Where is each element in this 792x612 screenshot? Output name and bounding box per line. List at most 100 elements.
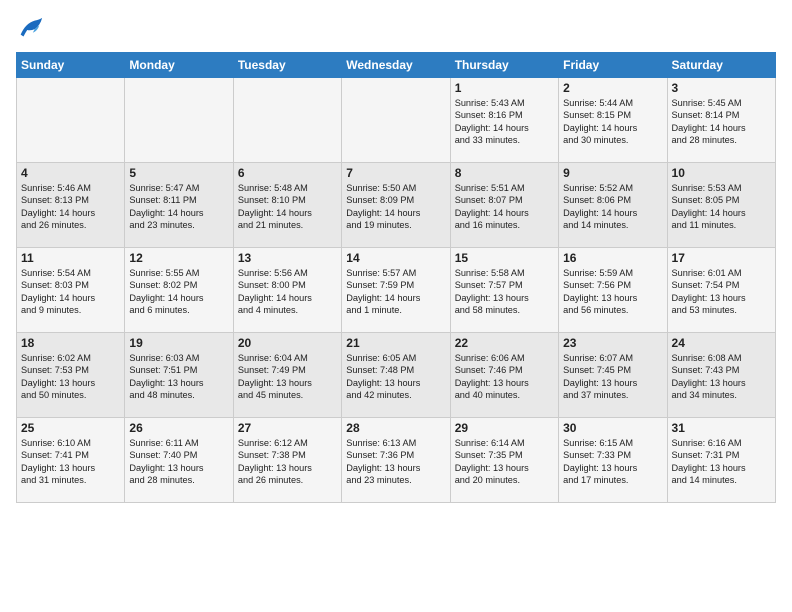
day-number: 2: [563, 81, 662, 95]
day-number: 22: [455, 336, 554, 350]
calendar-cell: 10Sunrise: 5:53 AM Sunset: 8:05 PM Dayli…: [667, 163, 775, 248]
calendar-cell: 27 Sunrise: 6:12 AM Sunset: 7:38 PM Dayli…: [233, 418, 341, 503]
calendar-cell: 7 Sunrise: 5:50 AM Sunset: 8:09 PM Daylig…: [342, 163, 450, 248]
cell-content: Sunrise: 5:55 AM Sunset: 8:02 PM Dayligh…: [129, 267, 228, 317]
calendar-cell: 1 Sunrise: 5:43 AM Sunset: 8:16 PM Daylig…: [450, 78, 558, 163]
day-number: 6: [238, 166, 337, 180]
calendar-cell: 14Sunrise: 5:57 AM Sunset: 7:59 PM Dayli…: [342, 248, 450, 333]
cell-content: Sunrise: 5:52 AM Sunset: 8:06 PM Dayligh…: [563, 182, 662, 232]
page-header: [16, 16, 776, 44]
cell-content: Sunrise: 6:16 AM Sunset: 7:31 PM Dayligh…: [672, 437, 771, 487]
cell-content: Sunrise: 5:44 AM Sunset: 8:15 PM Dayligh…: [563, 97, 662, 147]
day-number: 20: [238, 336, 337, 350]
calendar-cell: 12Sunrise: 5:55 AM Sunset: 8:02 PM Dayli…: [125, 248, 233, 333]
calendar-cell: 22Sunrise: 6:06 AM Sunset: 7:46 PM Dayli…: [450, 333, 558, 418]
day-number: 10: [672, 166, 771, 180]
calendar-cell: 5 Sunrise: 5:47 AM Sunset: 8:11 PM Daylig…: [125, 163, 233, 248]
calendar-cell: 29 Sunrise: 6:14 AM Sunset: 7:35 PM Dayli…: [450, 418, 558, 503]
calendar-week-3: 11 Sunrise: 5:54 AM Sunset: 8:03 PM Dayli…: [17, 248, 776, 333]
calendar-cell: 18Sunrise: 6:02 AM Sunset: 7:53 PM Dayli…: [17, 333, 125, 418]
day-number: 29: [455, 421, 554, 435]
cell-content: Sunrise: 6:03 AM Sunset: 7:51 PM Dayligh…: [129, 352, 228, 402]
day-number: 26: [129, 421, 228, 435]
calendar-cell: 31 Sunrise: 6:16 AM Sunset: 7:31 PM Dayli…: [667, 418, 775, 503]
day-header-thursday: Thursday: [450, 53, 558, 78]
calendar-cell: 26 Sunrise: 6:11 AM Sunset: 7:40 PM Dayli…: [125, 418, 233, 503]
calendar-week-5: 25 Sunrise: 6:10 AM Sunset: 7:41 PM Dayli…: [17, 418, 776, 503]
calendar-cell: 17 Sunrise: 6:01 AM Sunset: 7:54 PM Dayli…: [667, 248, 775, 333]
cell-content: Sunrise: 5:48 AM Sunset: 8:10 PM Dayligh…: [238, 182, 337, 232]
calendar-cell: [125, 78, 233, 163]
day-number: 4: [21, 166, 120, 180]
cell-content: Sunrise: 5:51 AM Sunset: 8:07 PM Dayligh…: [455, 182, 554, 232]
calendar-week-4: 18Sunrise: 6:02 AM Sunset: 7:53 PM Dayli…: [17, 333, 776, 418]
calendar-cell: 3 Sunrise: 5:45 AM Sunset: 8:14 PM Daylig…: [667, 78, 775, 163]
calendar-week-1: 1 Sunrise: 5:43 AM Sunset: 8:16 PM Daylig…: [17, 78, 776, 163]
calendar-cell: 16Sunrise: 5:59 AM Sunset: 7:56 PM Dayli…: [559, 248, 667, 333]
calendar-cell: [342, 78, 450, 163]
calendar-body: 1 Sunrise: 5:43 AM Sunset: 8:16 PM Daylig…: [17, 78, 776, 503]
day-header-friday: Friday: [559, 53, 667, 78]
day-header-tuesday: Tuesday: [233, 53, 341, 78]
day-number: 16: [563, 251, 662, 265]
calendar-week-2: 4Sunrise: 5:46 AM Sunset: 8:13 PM Daylig…: [17, 163, 776, 248]
cell-content: Sunrise: 5:56 AM Sunset: 8:00 PM Dayligh…: [238, 267, 337, 317]
day-number: 3: [672, 81, 771, 95]
day-number: 13: [238, 251, 337, 265]
day-header-wednesday: Wednesday: [342, 53, 450, 78]
cell-content: Sunrise: 6:10 AM Sunset: 7:41 PM Dayligh…: [21, 437, 120, 487]
day-number: 17: [672, 251, 771, 265]
calendar-header-row: SundayMondayTuesdayWednesdayThursdayFrid…: [17, 53, 776, 78]
calendar-cell: 19 Sunrise: 6:03 AM Sunset: 7:51 PM Dayli…: [125, 333, 233, 418]
day-number: 7: [346, 166, 445, 180]
logo-icon: [16, 16, 44, 44]
cell-content: Sunrise: 6:15 AM Sunset: 7:33 PM Dayligh…: [563, 437, 662, 487]
calendar-cell: 15 Sunrise: 5:58 AM Sunset: 7:57 PM Dayli…: [450, 248, 558, 333]
calendar-cell: [17, 78, 125, 163]
day-number: 15: [455, 251, 554, 265]
cell-content: Sunrise: 5:43 AM Sunset: 8:16 PM Dayligh…: [455, 97, 554, 147]
day-number: 28: [346, 421, 445, 435]
calendar-cell: 28Sunrise: 6:13 AM Sunset: 7:36 PM Dayli…: [342, 418, 450, 503]
calendar-cell: 11 Sunrise: 5:54 AM Sunset: 8:03 PM Dayli…: [17, 248, 125, 333]
day-number: 8: [455, 166, 554, 180]
logo: [16, 16, 48, 44]
day-number: 5: [129, 166, 228, 180]
cell-content: Sunrise: 6:08 AM Sunset: 7:43 PM Dayligh…: [672, 352, 771, 402]
cell-content: Sunrise: 6:11 AM Sunset: 7:40 PM Dayligh…: [129, 437, 228, 487]
cell-content: Sunrise: 6:04 AM Sunset: 7:49 PM Dayligh…: [238, 352, 337, 402]
cell-content: Sunrise: 6:01 AM Sunset: 7:54 PM Dayligh…: [672, 267, 771, 317]
day-number: 18: [21, 336, 120, 350]
day-number: 31: [672, 421, 771, 435]
calendar-cell: 2 Sunrise: 5:44 AM Sunset: 8:15 PM Daylig…: [559, 78, 667, 163]
calendar-cell: 8 Sunrise: 5:51 AM Sunset: 8:07 PM Daylig…: [450, 163, 558, 248]
cell-content: Sunrise: 5:50 AM Sunset: 8:09 PM Dayligh…: [346, 182, 445, 232]
day-number: 27: [238, 421, 337, 435]
cell-content: Sunrise: 5:58 AM Sunset: 7:57 PM Dayligh…: [455, 267, 554, 317]
day-number: 11: [21, 251, 120, 265]
calendar-cell: 25 Sunrise: 6:10 AM Sunset: 7:41 PM Dayli…: [17, 418, 125, 503]
calendar-cell: 23 Sunrise: 6:07 AM Sunset: 7:45 PM Dayli…: [559, 333, 667, 418]
cell-content: Sunrise: 5:47 AM Sunset: 8:11 PM Dayligh…: [129, 182, 228, 232]
day-number: 23: [563, 336, 662, 350]
calendar-cell: 24Sunrise: 6:08 AM Sunset: 7:43 PM Dayli…: [667, 333, 775, 418]
cell-content: Sunrise: 5:57 AM Sunset: 7:59 PM Dayligh…: [346, 267, 445, 317]
calendar-cell: 30 Sunrise: 6:15 AM Sunset: 7:33 PM Dayli…: [559, 418, 667, 503]
day-number: 1: [455, 81, 554, 95]
day-header-sunday: Sunday: [17, 53, 125, 78]
day-number: 30: [563, 421, 662, 435]
day-number: 9: [563, 166, 662, 180]
cell-content: Sunrise: 5:45 AM Sunset: 8:14 PM Dayligh…: [672, 97, 771, 147]
cell-content: Sunrise: 6:14 AM Sunset: 7:35 PM Dayligh…: [455, 437, 554, 487]
calendar-cell: 21 Sunrise: 6:05 AM Sunset: 7:48 PM Dayli…: [342, 333, 450, 418]
cell-content: Sunrise: 6:07 AM Sunset: 7:45 PM Dayligh…: [563, 352, 662, 402]
cell-content: Sunrise: 6:05 AM Sunset: 7:48 PM Dayligh…: [346, 352, 445, 402]
day-number: 25: [21, 421, 120, 435]
calendar-cell: 9 Sunrise: 5:52 AM Sunset: 8:06 PM Daylig…: [559, 163, 667, 248]
day-header-monday: Monday: [125, 53, 233, 78]
day-number: 21: [346, 336, 445, 350]
calendar-cell: 4Sunrise: 5:46 AM Sunset: 8:13 PM Daylig…: [17, 163, 125, 248]
cell-content: Sunrise: 6:12 AM Sunset: 7:38 PM Dayligh…: [238, 437, 337, 487]
cell-content: Sunrise: 5:54 AM Sunset: 8:03 PM Dayligh…: [21, 267, 120, 317]
day-number: 19: [129, 336, 228, 350]
